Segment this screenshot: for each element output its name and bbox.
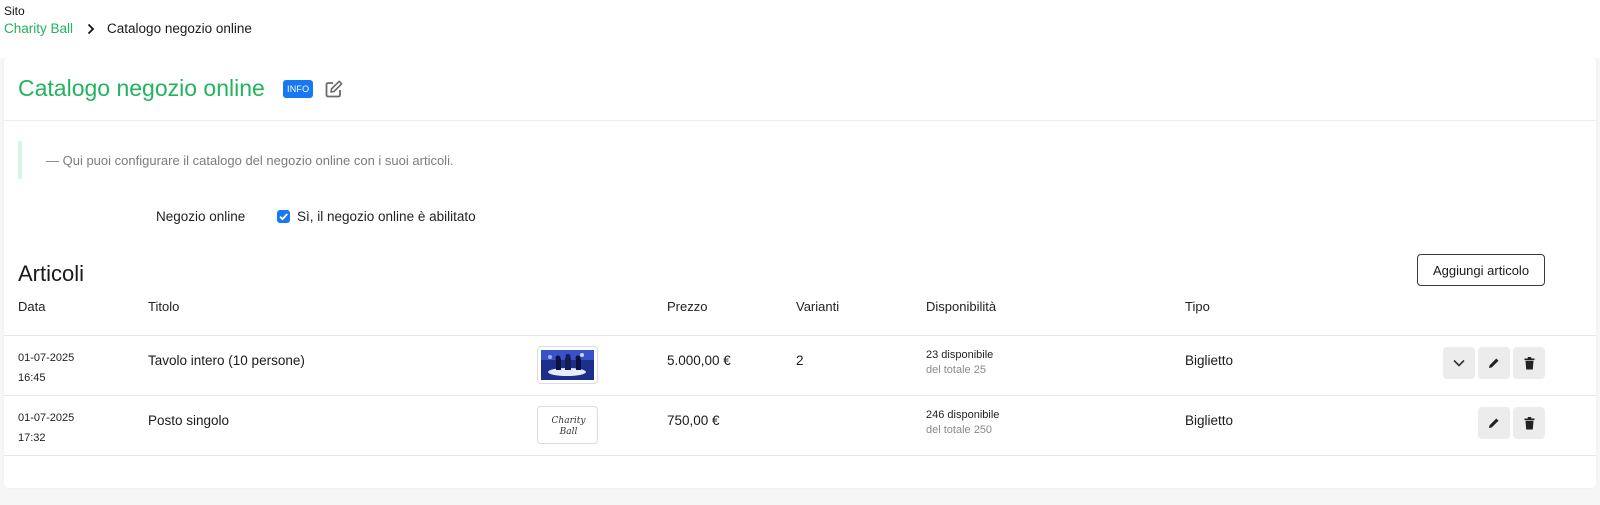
top-bar: Sito Charity Ball Catalogo negozio onlin…: [0, 0, 1600, 58]
row-date-day: 01-07-2025: [18, 412, 75, 424]
row-date: 01-07-2025 17:32: [18, 408, 74, 448]
breadcrumb: Charity Ball Catalogo negozio online: [4, 21, 252, 36]
column-header-availability: Disponibilità: [926, 299, 997, 314]
callout-text: — Qui puoi configurare il catalogo del n…: [46, 153, 454, 168]
row-price: 5.000,00 €: [667, 353, 731, 368]
shop-enabled-label[interactable]: Sì, il negozio online è abilitato: [297, 209, 476, 224]
row-available: 246 disponibile: [926, 409, 1000, 421]
shop-setting-label: Negozio online: [156, 209, 246, 224]
row-type: Biglietto: [1185, 353, 1234, 368]
column-header-price: Prezzo: [667, 299, 708, 314]
edit-row-button[interactable]: [1478, 407, 1510, 439]
row-price: 750,00 €: [667, 413, 720, 428]
pencil-icon: [1489, 358, 1499, 368]
table-row: 01-07-2025 16:45 Tavolo intero (10 perso…: [4, 336, 1596, 396]
chevron-down-icon: [1453, 359, 1465, 367]
row-total: del totale 25: [926, 364, 986, 376]
article-thumbnail: [537, 346, 598, 384]
add-article-button[interactable]: Aggiungi articolo: [1417, 254, 1545, 286]
info-badge[interactable]: INFO: [283, 80, 314, 98]
column-header-type: Tipo: [1185, 299, 1210, 314]
column-header-variants: Varianti: [796, 299, 840, 314]
row-type: Biglietto: [1185, 413, 1234, 428]
logo-text: Charity Ball: [552, 416, 587, 437]
expand-variants-button[interactable]: [1443, 347, 1475, 379]
chevron-right-icon: [87, 23, 95, 34]
column-header-title: Titolo: [148, 299, 180, 314]
breadcrumb-parent-link[interactable]: Charity Ball: [4, 21, 73, 36]
delete-row-button[interactable]: [1513, 407, 1545, 439]
row-date-time: 16:45: [18, 372, 46, 384]
edit-row-button[interactable]: [1478, 347, 1510, 379]
shop-enabled-checkbox[interactable]: [277, 210, 290, 223]
trash-icon: [1524, 416, 1534, 429]
page-title: Catalogo negozio online: [18, 75, 265, 101]
row-date-time: 17:32: [18, 432, 46, 444]
row-title[interactable]: Posto singolo: [148, 413, 229, 428]
pencil-icon: [1489, 418, 1499, 428]
catalog-card: Catalogo negozio online INFO — Qui puoi …: [4, 58, 1596, 488]
row-title[interactable]: Tavolo intero (10 persone): [148, 353, 305, 368]
article-thumbnail: Charity Ball: [537, 406, 598, 444]
row-total: del totale 250: [926, 424, 993, 436]
trash-icon: [1524, 356, 1534, 369]
delete-row-button[interactable]: [1513, 347, 1545, 379]
card-header: Catalogo negozio online INFO: [4, 58, 1596, 121]
row-variants: 2: [796, 353, 804, 368]
info-callout: — Qui puoi configurare il catalogo del n…: [18, 141, 578, 179]
column-header-date: Data: [18, 299, 46, 314]
articles-title: Articoli: [18, 261, 85, 286]
row-available: 23 disponibile: [926, 349, 994, 361]
site-label: Sito: [4, 4, 25, 18]
edit-icon[interactable]: [324, 79, 344, 99]
table-row: 01-07-2025 17:32 Posto singolo Charity Ba…: [4, 396, 1596, 456]
breadcrumb-current: Catalogo negozio online: [107, 21, 252, 36]
event-photo-image: [541, 350, 594, 380]
row-date: 01-07-2025 16:45: [18, 348, 74, 388]
row-date-day: 01-07-2025: [18, 352, 75, 364]
charity-ball-logo-image: Charity Ball: [552, 416, 587, 437]
